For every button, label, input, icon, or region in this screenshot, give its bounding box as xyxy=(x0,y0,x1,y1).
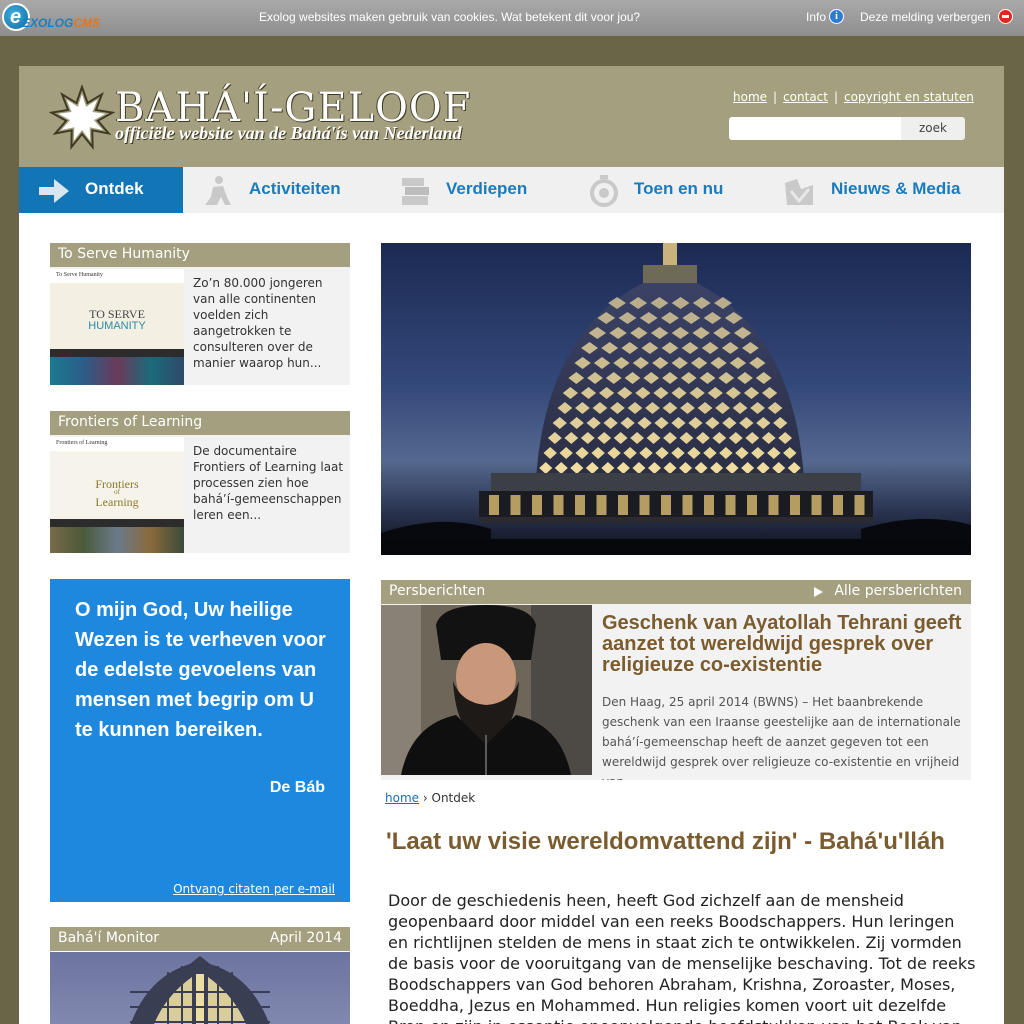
news-icon xyxy=(785,179,813,205)
video-controls xyxy=(50,349,184,357)
cookie-info-link[interactable]: Info xyxy=(806,10,826,24)
nav-label: Ontdek xyxy=(85,179,144,198)
breadcrumb-current: Ontdek xyxy=(431,791,476,805)
card-text: Zo’n 80.000 jongeren van alle continente… xyxy=(193,276,323,370)
colonnade-window xyxy=(790,495,800,515)
bahai-monitor-card[interactable]: Bahá'í Monitor April 2014 xyxy=(50,927,350,1024)
cookie-bar: e EXOLOGCMS Exolog websites maken gebrui… xyxy=(0,0,1024,36)
colonnade-window xyxy=(510,495,521,515)
cookie-hide-link[interactable]: Deze melding verbergen xyxy=(860,10,991,24)
exolog-logo-text: EXOLOGCMS xyxy=(22,16,101,30)
info-icon[interactable]: i xyxy=(829,9,844,24)
video-controls xyxy=(50,519,184,527)
close-icon[interactable] xyxy=(998,9,1013,24)
nav-label: Toen en nu xyxy=(634,179,724,198)
nav-item-verdiepen[interactable]: Verdiepen xyxy=(379,167,573,213)
site-subtitle: officiële website van de Bahá'ís van Ned… xyxy=(115,123,462,143)
colonnade-window xyxy=(618,495,628,515)
colonnade-window xyxy=(725,495,736,515)
press-release-panel: Persberichten Alle persberichten Geschen… xyxy=(381,580,971,780)
nav-label: Verdiepen xyxy=(446,179,528,198)
page-container: BAHÁ'Í-GELOOF officiële website van de B… xyxy=(19,66,1004,1024)
page-title: 'Laat uw visie wereldomvattend zijn' - B… xyxy=(386,828,945,855)
thumbnail-strip xyxy=(50,357,184,385)
top-link-copyright[interactable]: copyright en statuten xyxy=(844,90,974,104)
monitor-header[interactable]: Bahá'í Monitor April 2014 xyxy=(50,927,350,951)
search-input[interactable] xyxy=(729,117,901,140)
breadcrumb: home › Ontdek xyxy=(385,791,475,805)
thumbnail-caption: To Serve Humanity xyxy=(50,269,184,283)
nav-label: Activiteiten xyxy=(249,179,341,198)
colonnade-window xyxy=(747,495,757,515)
stopwatch-icon xyxy=(590,175,618,207)
monitor-image[interactable] xyxy=(50,952,350,1024)
press-photo[interactable] xyxy=(381,605,592,775)
top-links: home | contact | copyright en statuten xyxy=(733,90,974,104)
video-thumbnail[interactable]: To Serve Humanity TO SERVE HUMANITY xyxy=(50,269,184,385)
nav-item-activiteiten[interactable]: Activiteiten xyxy=(183,167,379,213)
colonnade-window xyxy=(575,495,585,515)
nav-item-nieuws-media[interactable]: Nieuws & Media xyxy=(773,167,1004,213)
press-header: Persberichten Alle persberichten xyxy=(381,580,971,604)
video-thumbnail[interactable]: Frontiers of Learning Frontiers of Learn… xyxy=(50,437,184,553)
thumbnail-title-3: Learning xyxy=(95,495,139,509)
card-title[interactable]: To Serve Humanity xyxy=(50,243,350,267)
colonnade-window xyxy=(489,495,499,515)
nav-item-ontdek[interactable]: Ontdek xyxy=(19,167,183,213)
portrait-image xyxy=(381,605,592,775)
top-link-home[interactable]: home xyxy=(733,90,767,104)
card-title[interactable]: Frontiers of Learning xyxy=(50,411,350,435)
colonnade-window xyxy=(639,495,650,515)
arrow-right-icon xyxy=(39,179,69,203)
colonnade-window xyxy=(768,495,779,515)
daily-quote-box: O mijn God, Uw heilige Wezen is te verhe… xyxy=(50,579,350,902)
colonnade-window xyxy=(532,495,542,515)
breadcrumb-separator: › xyxy=(422,791,428,805)
monitor-date: April 2014 xyxy=(269,930,342,946)
hero-image-shrine[interactable] xyxy=(381,243,971,555)
exolog-logo[interactable]: e EXOLOGCMS xyxy=(2,3,112,33)
top-link-contact[interactable]: contact xyxy=(783,90,828,104)
search-button[interactable]: zoek xyxy=(901,117,965,140)
quote-text: O mijn God, Uw heilige Wezen is te verhe… xyxy=(75,599,326,741)
colonnade-window xyxy=(704,495,714,515)
shrine-dome-image xyxy=(130,956,270,1024)
card-text: De documentaire Frontiers of Learning la… xyxy=(193,444,344,522)
thumbnail-strip xyxy=(50,527,184,553)
nine-pointed-star-logo-icon[interactable] xyxy=(49,85,115,151)
colonnade-window xyxy=(811,495,822,515)
colonnade-window xyxy=(553,495,564,515)
page-body-text: Door de geschiedenis heen, heeft God zic… xyxy=(388,891,976,1024)
shrine-of-the-bab-icon xyxy=(381,243,971,555)
press-headline[interactable]: Geschenk van Ayatollah Tehrani geeft aan… xyxy=(602,613,967,676)
video-card-frontiers-of-learning[interactable]: Frontiers of Learning Frontiers of Learn… xyxy=(50,411,350,553)
colonnade-window xyxy=(682,495,693,515)
colonnade-window xyxy=(833,495,843,515)
video-card-to-serve-humanity[interactable]: To Serve Humanity To Serve Humanity TO S… xyxy=(50,243,350,385)
thumbnail-title-2: HUMANITY xyxy=(88,320,146,332)
cookie-message-link[interactable]: Exolog websites maken gebruik van cookie… xyxy=(259,10,640,24)
thumbnail-caption: Frontiers of Learning xyxy=(50,437,184,451)
colonnade-window xyxy=(854,495,865,515)
breadcrumb-home-link[interactable]: home xyxy=(385,791,419,805)
all-press-releases-link[interactable]: Alle persberichten xyxy=(814,583,962,599)
subscribe-quotes-link[interactable]: Ontvang citaten per e-mail xyxy=(173,882,335,896)
books-icon xyxy=(402,178,429,205)
nav-label: Nieuws & Media xyxy=(831,179,961,198)
quote-author: De Báb xyxy=(269,779,325,796)
main-nav: Ontdek Activiteiten Verdiepen Toen en nu… xyxy=(19,167,1004,213)
activity-icon xyxy=(205,176,231,205)
press-excerpt: Den Haag, 25 april 2014 (BWNS) – Het baa… xyxy=(602,695,961,780)
colonnade-window xyxy=(661,495,671,515)
nav-item-toen-en-nu[interactable]: Toen en nu xyxy=(573,167,773,213)
press-section-title: Persberichten xyxy=(389,583,486,599)
site-header: BAHÁ'Í-GELOOF officiële website van de B… xyxy=(19,66,1004,167)
monitor-title: Bahá'í Monitor xyxy=(58,930,160,946)
colonnade-window xyxy=(596,495,607,515)
